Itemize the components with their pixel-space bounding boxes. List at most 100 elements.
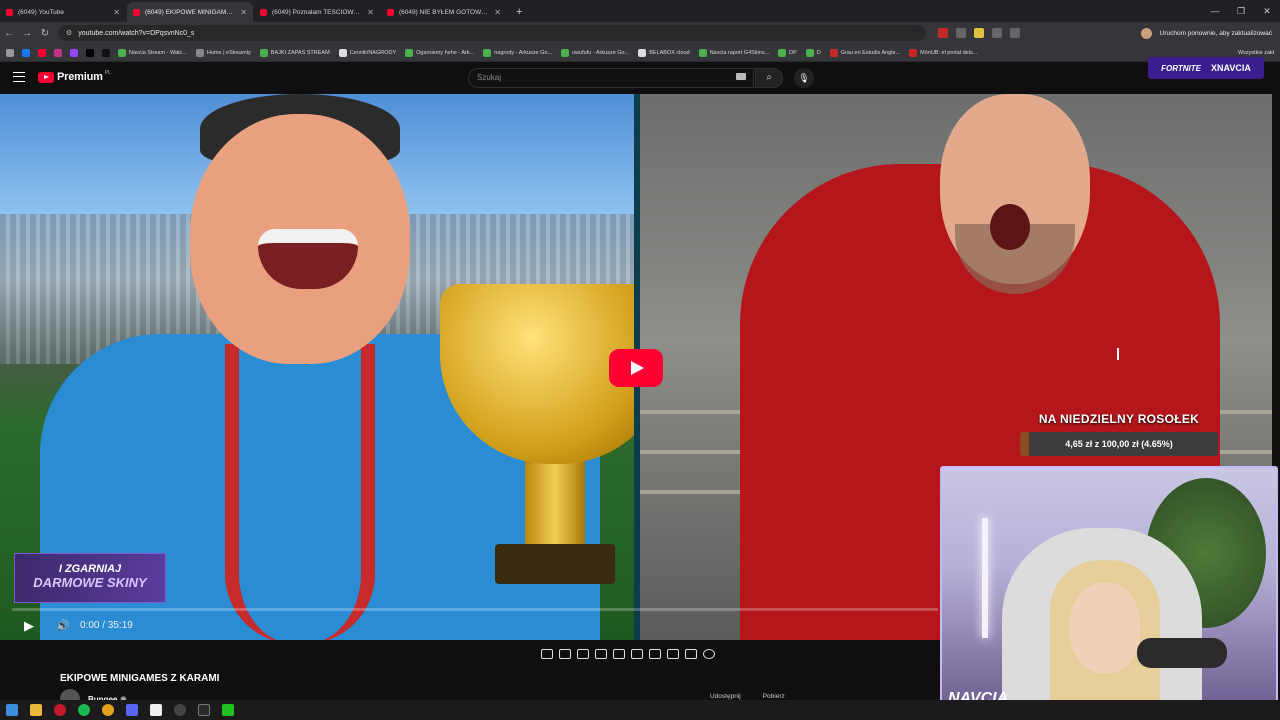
back-icon[interactable]: ← (0, 28, 18, 39)
file-explorer-icon[interactable] (30, 704, 42, 716)
volume-icon[interactable]: 🔊 (56, 619, 70, 632)
close-tab-icon[interactable]: ✕ (367, 8, 374, 17)
youtube-bookmark-icon[interactable] (38, 48, 46, 57)
app-icon[interactable] (222, 704, 234, 716)
youtube-favicon-icon (387, 8, 394, 16)
opera-icon[interactable] (54, 704, 66, 716)
twitch-icon[interactable] (70, 48, 78, 57)
bookmark-item[interactable]: D (805, 48, 821, 57)
search-input[interactable]: Szukaj (468, 68, 754, 88)
sheets-icon (561, 48, 570, 57)
apps-icon[interactable] (6, 48, 14, 57)
obs-icon[interactable] (174, 704, 186, 716)
spotify-icon[interactable] (78, 704, 90, 716)
discord-icon[interactable] (126, 704, 138, 716)
keyboard-icon[interactable] (736, 73, 746, 80)
youtube-logo[interactable]: Premium PL (38, 70, 111, 83)
download-button[interactable]: Pobierz (763, 693, 785, 700)
facebook-icon[interactable] (22, 48, 30, 57)
microphone (1137, 638, 1227, 668)
forward-icon[interactable]: → (18, 28, 36, 39)
x-icon[interactable] (86, 48, 94, 57)
browser-tab-active[interactable]: (6049) EKIPOWE MINIGAMES Z KA✕ (127, 2, 253, 22)
bookmark-item[interactable]: Cennik/NAGRODY (338, 48, 396, 57)
bookmark-icon (909, 48, 918, 57)
play-icon[interactable]: ▶ (24, 618, 34, 634)
audio-icon[interactable] (559, 649, 571, 659)
reload-icon[interactable]: ↻ (36, 28, 54, 39)
bookmark-item[interactable]: Home | eStreamly (195, 48, 251, 57)
bookmark-item[interactable]: nagrody - Arkusze Go... (483, 48, 552, 57)
theater-icon[interactable] (631, 649, 643, 659)
youtube-logo-icon (38, 71, 54, 83)
promo-banner: I ZGARNIAJ DARMOWE SKINY (14, 553, 166, 603)
menu-icon[interactable] (13, 72, 25, 82)
donation-goal-text: 4,65 zł z 100,00 zł (4.65%) (1065, 439, 1173, 449)
extension-icon[interactable] (956, 28, 966, 38)
windows-start-icon[interactable] (6, 704, 18, 716)
bookmark-item[interactable]: Navcia raport G4Skins... (698, 48, 769, 57)
camera-icon[interactable] (685, 649, 697, 659)
profile-avatar[interactable] (1140, 27, 1152, 39)
pip-icon[interactable] (613, 649, 625, 659)
terminal-icon[interactable] (198, 704, 210, 716)
speed-icon[interactable] (649, 649, 661, 659)
video-progress-bar[interactable] (12, 608, 938, 611)
instagram-icon[interactable] (54, 48, 62, 57)
bookmark-icon (118, 48, 126, 57)
donation-goal-bar: 4,65 zł z 100,00 zł (4.65%) (1020, 432, 1218, 456)
captions-icon[interactable] (577, 649, 589, 659)
tiktok-icon[interactable] (102, 48, 110, 57)
close-tab-icon[interactable]: ✕ (494, 8, 501, 17)
extension-icon[interactable] (974, 28, 984, 38)
taskbar (0, 700, 1280, 720)
sponsor-badge: FORTNITE XNAVCIA (1148, 57, 1264, 79)
chrome-icon[interactable] (102, 704, 114, 716)
search-button[interactable]: ⌕ (755, 68, 783, 88)
bookmark-item[interactable]: Navcia Stream - Watc... (118, 48, 187, 57)
close-tab-icon[interactable]: ✕ (113, 8, 120, 17)
sheets-icon (805, 48, 814, 57)
loop-icon[interactable] (541, 649, 553, 659)
url-input[interactable]: ⚙ youtube.com/watch?v=DPqsvnNc0_s (58, 25, 926, 41)
streamer-face (1070, 583, 1140, 673)
sheets-icon (698, 48, 707, 57)
play-button[interactable] (609, 349, 663, 387)
bookmark-item[interactable]: Ogarniemy hehe - Ark... (405, 48, 474, 57)
browser-tab[interactable]: (6049) YouTube ✕ (0, 2, 126, 22)
share-button[interactable]: Udostępnij (710, 693, 741, 700)
bookmark-item[interactable]: BELABOX cloud (638, 48, 690, 57)
browser-tab[interactable]: (6049) Poznałam TEŚCIOWĄ i rodz✕ (254, 2, 380, 22)
extension-icon[interactable] (1010, 28, 1020, 38)
search-icon: ⌕ (766, 72, 772, 83)
bookmark-item[interactable]: DP (778, 48, 797, 57)
close-window-icon[interactable]: ✕ (1254, 0, 1280, 22)
bookmark-item[interactable]: uwufufu - Arkusze Go... (561, 48, 629, 57)
screenshot-icon[interactable] (667, 649, 679, 659)
bookmark-item[interactable]: BAJKI ZAPAS STREAM (259, 48, 330, 57)
film-icon[interactable] (595, 649, 607, 659)
extension-icon[interactable] (992, 28, 1002, 38)
browser-tab-strip: (6049) YouTube ✕ (6049) EKIPOWE MINIGAMES… (0, 0, 1280, 22)
new-tab-button[interactable]: + (508, 2, 530, 22)
globe-icon (338, 48, 347, 57)
close-tab-icon[interactable]: ✕ (240, 8, 247, 17)
restore-icon[interactable]: ❐ (1228, 0, 1254, 22)
bookmark-item[interactable]: Grau en Estudis Angle... (829, 48, 900, 57)
bookmark-item[interactable]: MónUB: el portal dels... (909, 48, 977, 57)
site-info-icon[interactable]: ⚙ (66, 29, 72, 37)
all-bookmarks-button[interactable]: Wszystkie zakł (1238, 50, 1280, 56)
notion-icon[interactable] (150, 704, 162, 716)
youtube-favicon-icon (133, 8, 140, 16)
youtube-header: Premium PL Szukaj ⌕ 🎙 (0, 62, 1280, 94)
voice-search-icon[interactable]: 🎙 (794, 68, 814, 88)
bookmark-icon (829, 48, 838, 57)
youtube-favicon-icon (6, 8, 13, 16)
browser-tab[interactable]: (6049) NIE BYŁEM GOTOWY NA T✕ (381, 2, 507, 22)
minimize-icon[interactable]: — (1202, 0, 1228, 22)
webcam-overlay: NAVCIA (940, 466, 1278, 716)
led-lamp (982, 518, 988, 638)
settings-icon[interactable] (703, 649, 715, 659)
update-button[interactable]: Uruchom ponownie, aby zaktualizować (1140, 27, 1272, 39)
extension-icon[interactable] (938, 28, 948, 38)
